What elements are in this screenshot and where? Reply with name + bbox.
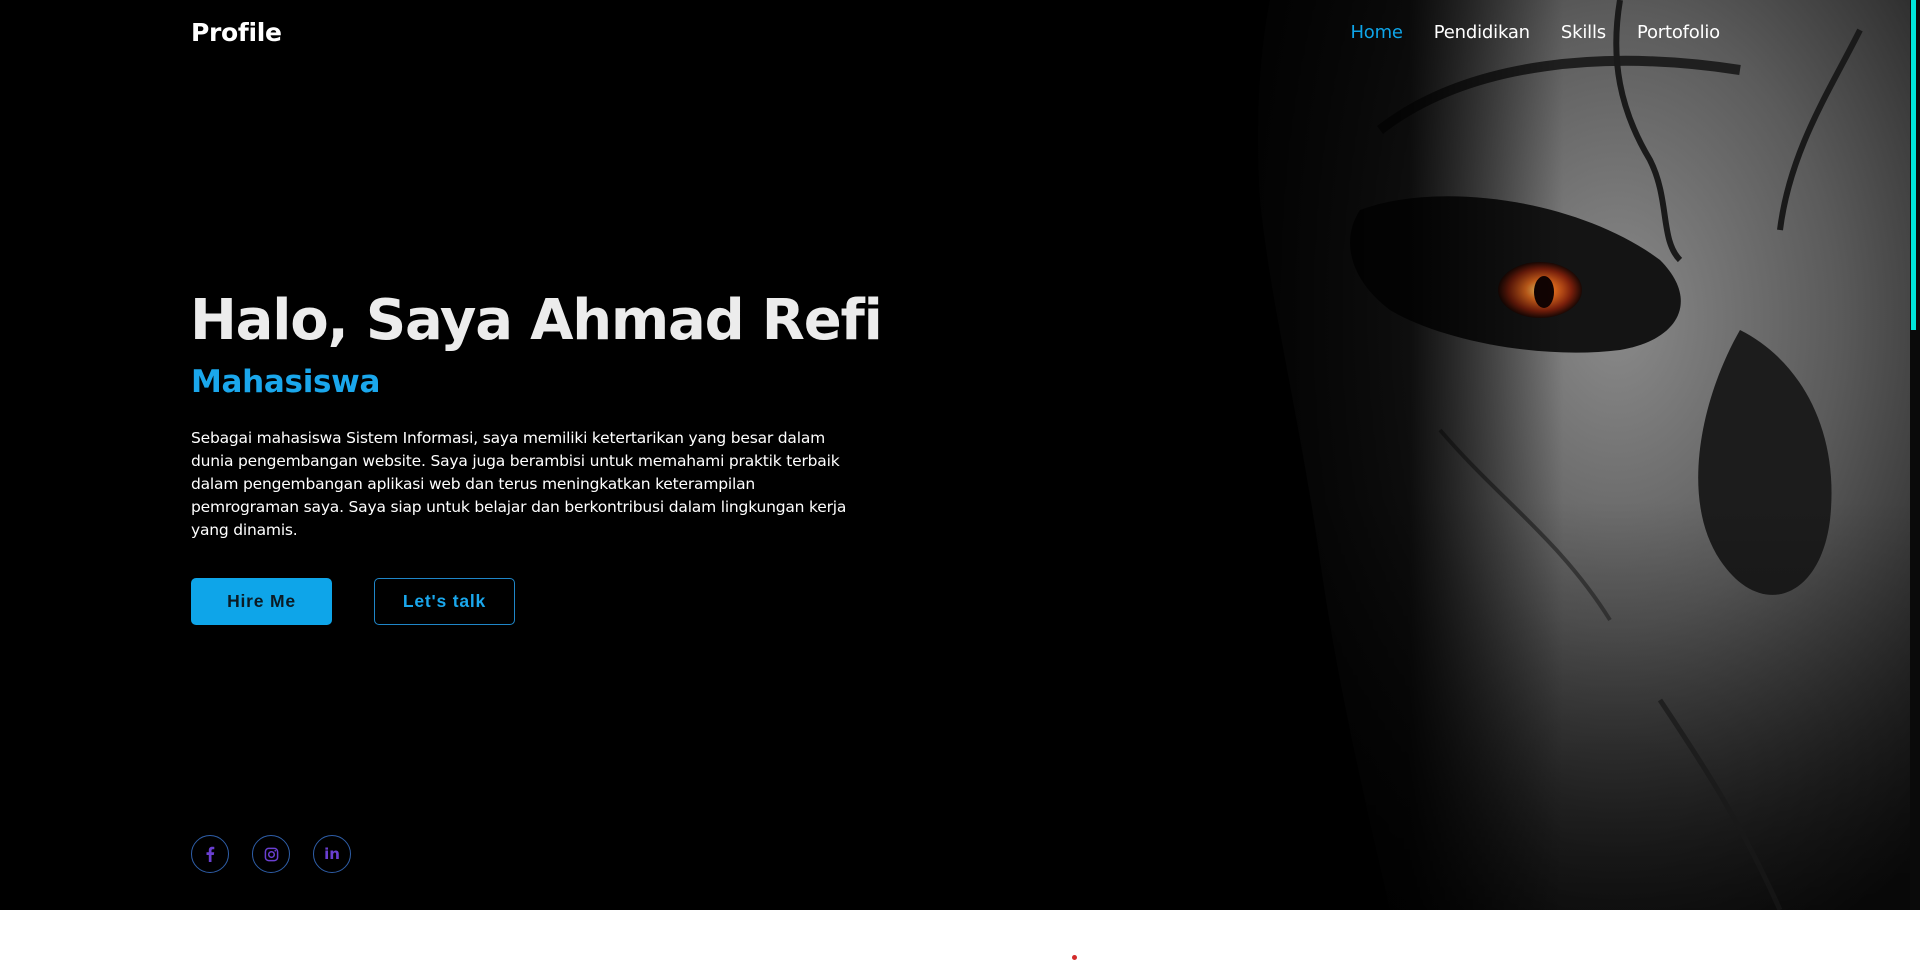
facebook-icon	[205, 846, 215, 862]
nav-item-skills[interactable]: Skills	[1561, 22, 1606, 43]
red-dot-marker	[1072, 955, 1077, 960]
nav-item-portofolio[interactable]: Portofolio	[1637, 22, 1720, 43]
linkedin-icon: in	[324, 845, 340, 863]
hero-section: Profile Home Pendidikan Skills Portofoli…	[0, 0, 1920, 910]
main-nav: Home Pendidikan Skills Portofolio	[1350, 22, 1720, 43]
nav-item-home[interactable]: Home	[1350, 22, 1403, 43]
linkedin-link[interactable]: in	[313, 835, 351, 873]
hero-subtitle: Mahasiswa	[191, 364, 381, 400]
brand-logo[interactable]: Profile	[191, 18, 282, 47]
hire-me-button[interactable]: Hire Me	[191, 578, 332, 625]
hero-description: Sebagai mahasiswa Sistem Informasi, saya…	[191, 429, 847, 539]
instagram-link[interactable]	[252, 835, 290, 873]
lets-talk-button[interactable]: Let's talk	[374, 578, 515, 625]
scrollbar-thumb[interactable]	[1911, 0, 1916, 330]
hero-title: Halo, Saya Ahmad Refi	[190, 288, 883, 353]
instagram-icon	[264, 847, 279, 862]
nav-item-pendidikan[interactable]: Pendidikan	[1434, 22, 1530, 43]
facebook-link[interactable]	[191, 835, 229, 873]
skull-hero-image	[1140, 0, 1910, 910]
social-links: in	[191, 835, 351, 873]
